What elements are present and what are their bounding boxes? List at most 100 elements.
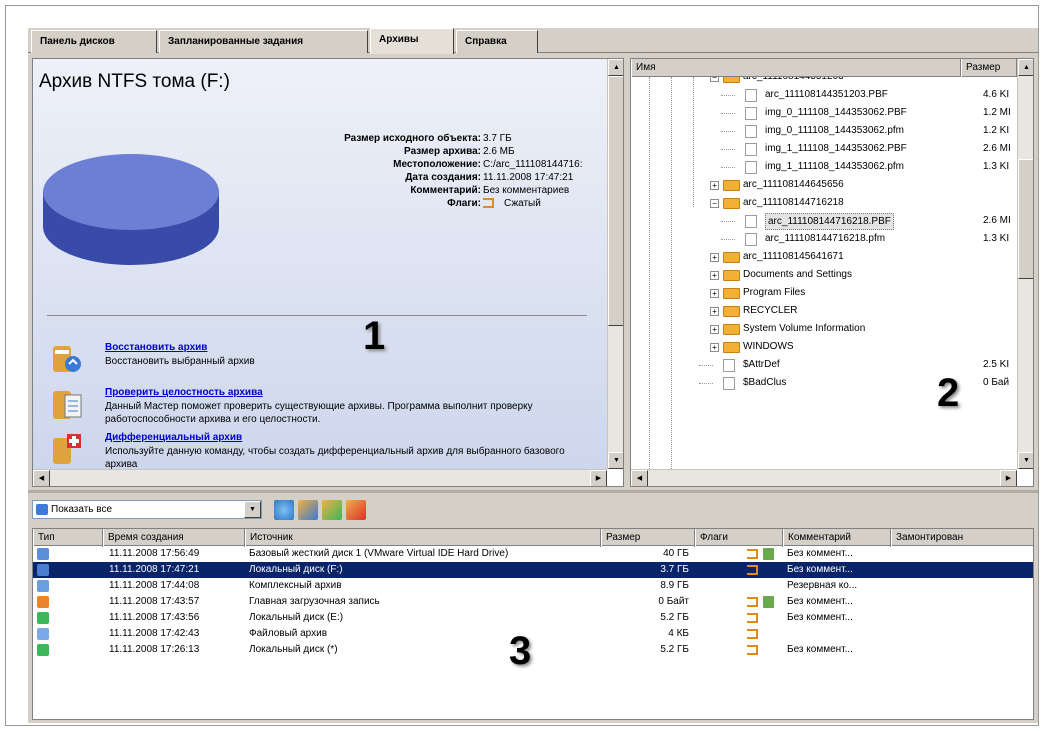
tree-item-name: img_1_111108_144353062.pfm <box>765 161 905 172</box>
properties-button[interactable] <box>298 500 318 520</box>
col-time-header[interactable]: Время создания <box>103 529 245 547</box>
collapse-icon[interactable]: − <box>710 77 719 82</box>
scroll-left-button[interactable]: ◀ <box>33 470 50 486</box>
scroll-thumb[interactable] <box>1018 159 1033 279</box>
tab-scheduled-tasks[interactable]: Запланированные задания <box>159 30 368 53</box>
col-mounted-header[interactable]: Замонтирован <box>891 529 1033 547</box>
list-header: Тип Время создания Источник Размер Флаги… <box>33 529 1033 547</box>
col-size-header[interactable]: Размер <box>961 59 1017 77</box>
scroll-right-button[interactable]: ▶ <box>1000 470 1017 486</box>
differential-archive-link[interactable]: Дифференциальный архив <box>105 432 242 443</box>
expand-icon[interactable]: + <box>710 343 719 352</box>
archive-row[interactable]: 11.11.2008 17:44:08 Комплексный архив 8.9 … <box>33 578 1033 594</box>
verify-archive-link[interactable]: Проверить целостность архива <box>105 387 263 398</box>
splitter[interactable] <box>28 490 1038 493</box>
compressed-flag-icon <box>747 565 758 575</box>
expand-icon[interactable]: + <box>710 307 719 316</box>
expand-icon[interactable]: + <box>710 289 719 298</box>
tree-item-size: 2.6 MI <box>983 215 1011 226</box>
tree-file-row[interactable]: img_0_111108_144353062.pfm 1.2 KI <box>631 122 1017 140</box>
folder-icon <box>723 288 740 299</box>
app-window: Панель дисков Запланированные задания Ар… <box>28 28 1038 723</box>
archive-size: 0 Байт <box>658 596 689 607</box>
scroll-up-button[interactable]: ▲ <box>1018 59 1033 76</box>
tree-branch-line <box>721 167 735 168</box>
archive-panel-vscrollbar[interactable]: ▲ ▼ <box>607 59 623 469</box>
tree-folder-row[interactable]: − arc_111108144716218 <box>631 194 1017 212</box>
tree-branch-line <box>699 383 713 384</box>
expand-icon[interactable]: + <box>710 181 719 190</box>
expand-icon[interactable]: + <box>710 253 719 262</box>
tree-file-row[interactable]: arc_111108144716218.PBF 2.6 MI <box>631 212 1017 230</box>
tree-folder-row[interactable]: + Documents and Settings <box>631 266 1017 284</box>
tree-item-name: WINDOWS <box>743 341 794 352</box>
tree-folder-row[interactable]: − arc_111108144351203 <box>631 77 1017 86</box>
archive-row[interactable]: 11.11.2008 17:43:57 Главная загрузочная з… <box>33 594 1033 610</box>
scroll-right-button[interactable]: ▶ <box>590 470 607 486</box>
archive-row[interactable]: 11.11.2008 17:56:49 Базовый жесткий диск … <box>33 546 1033 562</box>
col-source-header[interactable]: Источник <box>245 529 601 547</box>
tab-help[interactable]: Справка <box>456 30 538 53</box>
prop-label: Дата создания: <box>405 172 481 183</box>
expand-icon[interactable]: + <box>710 271 719 280</box>
tree-file-row[interactable]: img_1_111108_144353062.pfm 1.3 KI <box>631 158 1017 176</box>
archives-list-panel: Тип Время создания Источник Размер Флаги… <box>32 528 1034 720</box>
filter-dropdown[interactable]: Показать все ▼ <box>32 500 262 519</box>
tree-folder-row[interactable]: + Program Files <box>631 284 1017 302</box>
chevron-down-icon[interactable]: ▼ <box>244 501 261 518</box>
archive-source: Локальный диск (E:) <box>249 612 344 623</box>
col-name-header[interactable]: Имя <box>631 59 961 77</box>
archive-source: Главная загрузочная запись <box>249 596 380 607</box>
tree-folder-row[interactable]: + System Volume Information <box>631 320 1017 338</box>
tree-file-row[interactable]: arc_111108144351203.PBF 4.6 KI <box>631 86 1017 104</box>
archive-row[interactable]: 11.11.2008 17:26:13 Локальный диск (*) 5.2… <box>33 642 1033 658</box>
col-flags-header[interactable]: Флаги <box>695 529 783 547</box>
tree-item-name: Documents and Settings <box>743 269 852 280</box>
archive-comment: Резервная ко... <box>787 580 858 591</box>
restore-archive-link[interactable]: Восстановить архив <box>105 342 207 353</box>
tab-archives[interactable]: Архивы <box>370 28 454 54</box>
differential-archive-action[interactable]: Дифференциальный архив Используйте данну… <box>47 432 597 469</box>
tree-item-name: arc_111108145641671 <box>743 251 844 262</box>
col-size-header[interactable]: Размер <box>601 529 695 547</box>
scroll-down-button[interactable]: ▼ <box>608 452 623 469</box>
delete-archive-button[interactable] <box>346 500 366 520</box>
tree-vscrollbar[interactable]: ▲ ▼ <box>1017 59 1033 469</box>
restore-archive-action[interactable]: Восстановить архив Восстановить выбранны… <box>47 342 597 382</box>
filter-icon <box>36 504 48 515</box>
scroll-up-button[interactable]: ▲ <box>608 59 623 76</box>
archive-comment: Без коммент... <box>787 548 853 559</box>
prop-label: Размер архива: <box>404 146 481 157</box>
tree-folder-row[interactable]: + arc_111108144645656 <box>631 176 1017 194</box>
archive-source: Базовый жесткий диск 1 (VMware Virtual I… <box>249 548 509 559</box>
prop-value: Без комментариев <box>483 185 570 196</box>
archive-size: 5.2 ГБ <box>660 612 689 623</box>
prop-row: Флаги: Сжатый <box>243 198 607 211</box>
scroll-down-button[interactable]: ▼ <box>1018 452 1033 469</box>
tree-hscrollbar[interactable]: ◀ ▶ <box>631 469 1017 486</box>
col-type-header[interactable]: Тип <box>33 529 103 547</box>
archive-row[interactable]: 11.11.2008 17:42:43 Файловый архив 4 КБ <box>33 626 1033 642</box>
refresh-button[interactable] <box>274 500 294 520</box>
tab-disk-panel[interactable]: Панель дисков <box>31 30 157 53</box>
tree-folder-row[interactable]: + WINDOWS <box>631 338 1017 356</box>
file-icon <box>745 233 757 246</box>
prop-flag-text: Сжатый <box>504 198 541 209</box>
tree-file-row[interactable]: arc_111108144716218.pfm 1.3 KI <box>631 230 1017 248</box>
collapse-icon[interactable]: − <box>710 199 719 208</box>
archive-row[interactable]: 11.11.2008 17:47:21 Локальный диск (F:) 3.… <box>33 562 1033 578</box>
tree-file-row[interactable]: img_0_111108_144353062.PBF 1.2 MI <box>631 104 1017 122</box>
tree-folder-row[interactable]: + RECYCLER <box>631 302 1017 320</box>
scroll-left-button[interactable]: ◀ <box>631 470 648 486</box>
encrypted-flag-icon <box>763 596 774 608</box>
archive-row[interactable]: 11.11.2008 17:43:56 Локальный диск (E:) 5.… <box>33 610 1033 626</box>
scroll-thumb[interactable] <box>608 76 623 326</box>
tree-file-row[interactable]: img_1_111108_144353062.PBF 2.6 MI <box>631 140 1017 158</box>
verify-archive-action[interactable]: Проверить целостность архива Данный Маст… <box>47 387 597 431</box>
archive-panel-hscrollbar[interactable]: ◀ ▶ <box>33 469 607 486</box>
col-comment-header[interactable]: Комментарий <box>783 529 891 547</box>
archive-source: Локальный диск (F:) <box>249 564 343 575</box>
add-archive-button[interactable] <box>322 500 342 520</box>
tree-folder-row[interactable]: + arc_111108145641671 <box>631 248 1017 266</box>
expand-icon[interactable]: + <box>710 325 719 334</box>
